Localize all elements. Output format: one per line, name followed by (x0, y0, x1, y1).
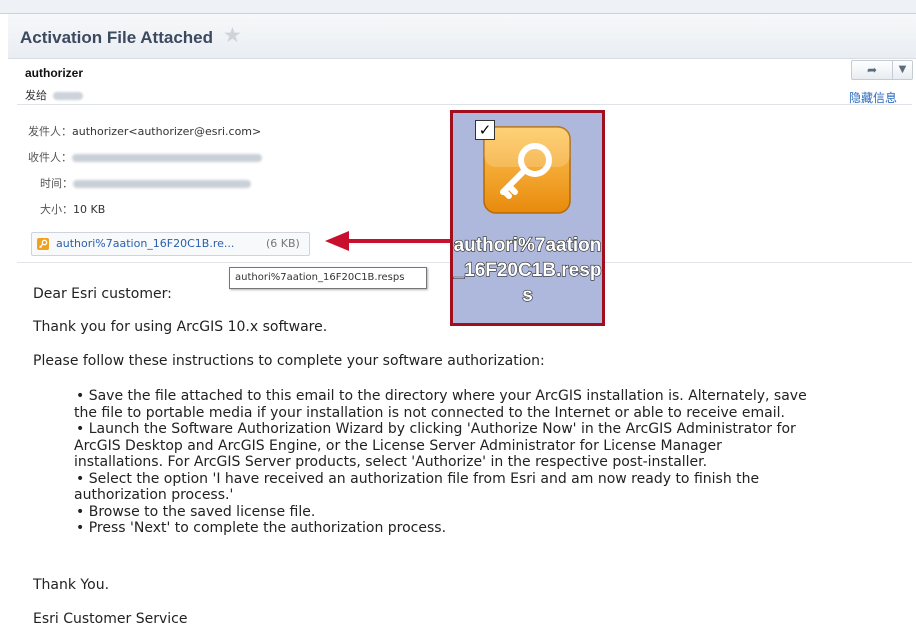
instruction-list: • Save the file attached to this email t… (74, 388, 896, 537)
reply-icon: ➦ (866, 63, 878, 77)
redacted-recipient (53, 92, 83, 100)
from-row: 发件人：authorizer<authorizer@esri.com> (28, 123, 261, 139)
list-item: • Select the option 'I have received an … (76, 470, 760, 487)
size-value: 10 KB (73, 203, 106, 216)
to-row: 收件人： (28, 149, 262, 165)
recipient-line: 发给 (25, 87, 83, 103)
subject-bar: Activation File Attached ★ (8, 14, 916, 59)
reply-button-group: ➦ ▼ (851, 60, 913, 80)
closing: Thank You. (33, 577, 110, 593)
thanks-line: Thank you for using ArcGIS 10.x software… (33, 319, 328, 335)
from-value[interactable]: authorizer<authorizer@esri.com> (72, 125, 261, 138)
signature: Esri Customer Service (33, 611, 188, 627)
tooltip-text: authori%7aation_16F20C1B.resps (235, 272, 405, 283)
chevron-down-icon: ▼ (898, 64, 907, 75)
redacted-to-value (72, 154, 262, 162)
list-item: • Launch the Software Authorization Wiza… (76, 421, 796, 437)
to-label: 发给 (25, 89, 47, 102)
time-label: 时间： (40, 177, 73, 190)
more-actions-button[interactable]: ▼ (893, 61, 912, 79)
to-field-label: 收件人： (28, 151, 72, 164)
list-item-text: Browse to the saved license file. (88, 503, 316, 520)
list-item-continuation: installations. For ArcGIS Server product… (74, 454, 896, 471)
list-item-text: Save the file attached to this email to … (88, 388, 807, 404)
checkmark-icon[interactable]: ✓ (475, 120, 495, 140)
instructions-intro: Please follow these instructions to comp… (33, 353, 545, 369)
email-subject: Activation File Attached (20, 28, 214, 47)
arrow-left-icon (325, 231, 453, 251)
time-row: 时间： (40, 175, 251, 191)
size-row: 大小：10 KB (40, 201, 105, 217)
attachment-tooltip: authori%7aation_16F20C1B.resps (229, 267, 427, 289)
sender-name[interactable]: authorizer (25, 66, 83, 80)
size-label: 大小： (40, 203, 73, 216)
list-item-text: Select the option 'I have received an au… (88, 470, 760, 487)
list-item-text: installations. For ArcGIS Server product… (74, 454, 708, 470)
list-item-text: the file to portable media if your insta… (74, 404, 785, 421)
attachment-filename[interactable]: authori%7aation_16F20C1B.re... (56, 237, 234, 250)
key-file-icon (37, 238, 49, 250)
callout-filename: authori%7aation_16F20C1B.resps (453, 234, 602, 306)
list-item-continuation: the file to portable media if your insta… (74, 405, 896, 422)
list-item: • Save the file attached to this email t… (76, 388, 807, 404)
list-item-text: Press 'Next' to complete the authorizati… (88, 520, 447, 536)
reply-button[interactable]: ➦ (852, 61, 893, 79)
list-item-continuation: authorization process.' (74, 487, 896, 504)
list-item: • Press 'Next' to complete the authoriza… (76, 520, 447, 536)
star-icon[interactable]: ★ (223, 25, 242, 46)
window-top-strip (0, 0, 916, 14)
list-item-text: Launch the Software Authorization Wizard… (88, 421, 796, 437)
list-item-text: authorization process.' (74, 487, 234, 503)
from-label: 发件人： (28, 125, 72, 138)
greeting: Dear Esri customer: (33, 286, 172, 302)
list-item: • Browse to the saved license file. (76, 503, 316, 520)
redacted-time-value (73, 180, 251, 188)
list-item-continuation: ArcGIS Desktop and ArcGIS Engine, or the… (74, 438, 896, 455)
email-header: authorizer 发给 ➦ ▼ 隐藏信息 (17, 58, 916, 105)
attachment-chip[interactable]: authori%7aation_16F20C1B.re... (6 KB) (31, 232, 310, 256)
file-callout: ✓ authori%7aation_16F20C1B.resps (450, 110, 605, 326)
attachment-size: (6 KB) (266, 237, 300, 250)
list-item-text: ArcGIS Desktop and ArcGIS Engine, or the… (74, 437, 722, 454)
